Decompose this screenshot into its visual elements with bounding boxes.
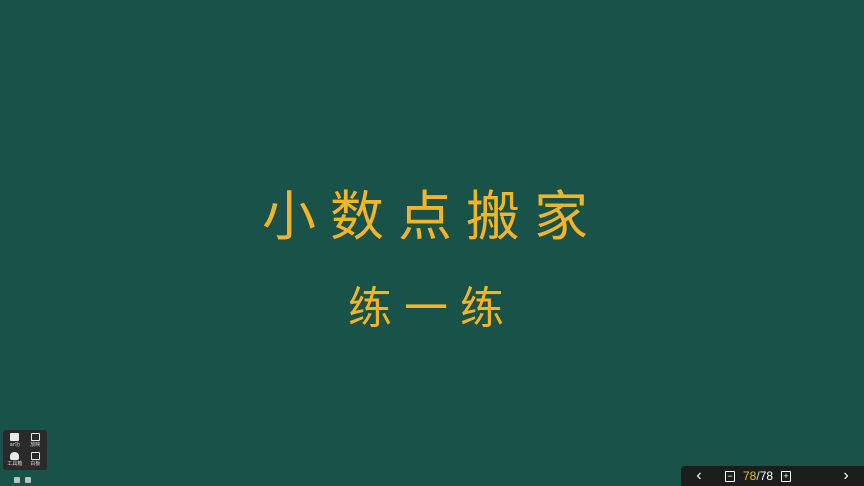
plus-box-icon: +: [781, 470, 792, 482]
chalkboard-slide: 小数点搬家 练一练: [0, 0, 864, 486]
slide-pager: ‹ − 78 / 78 + ›: [681, 466, 864, 486]
page-indicator: 78 / 78: [743, 469, 773, 483]
monitor-icon: [30, 433, 40, 442]
mini-button[interactable]: [14, 477, 20, 483]
page-current: 78: [743, 469, 757, 483]
slide-subtitle: 练一练: [348, 283, 516, 334]
next-slide-button[interactable]: ›: [828, 466, 864, 486]
toolbox-item-label: 工具箱: [7, 460, 23, 467]
prev-slide-button[interactable]: ‹: [681, 466, 717, 486]
screen-icon: [30, 451, 40, 460]
minus-box-icon: −: [725, 470, 735, 482]
camera-icon: [10, 433, 20, 442]
toolbox-item-camera[interactable]: ar功: [5, 432, 25, 450]
toolbox-item-label: ar功: [9, 442, 20, 449]
zoom-in-button[interactable]: +: [773, 470, 799, 482]
toolbox-item-screen[interactable]: 白板: [26, 451, 46, 469]
floating-toolbox: ar功 放映 工具箱 白板: [3, 430, 47, 470]
chevron-right-icon: ›: [843, 467, 849, 484]
mini-button[interactable]: [25, 477, 31, 483]
pen-icon: [10, 451, 20, 460]
window-mini-controls: [14, 477, 31, 483]
toolbox-item-label: 白板: [30, 460, 41, 467]
zoom-out-button[interactable]: −: [717, 470, 743, 482]
toolbox-item-monitor[interactable]: 放映: [26, 432, 46, 450]
toolbox-item-pen[interactable]: 工具箱: [5, 451, 25, 469]
page-total: 78: [759, 469, 774, 483]
toolbox-item-label: 放映: [30, 442, 41, 449]
slide-title: 小数点搬家: [262, 185, 602, 248]
chevron-left-icon: ‹: [696, 467, 702, 484]
